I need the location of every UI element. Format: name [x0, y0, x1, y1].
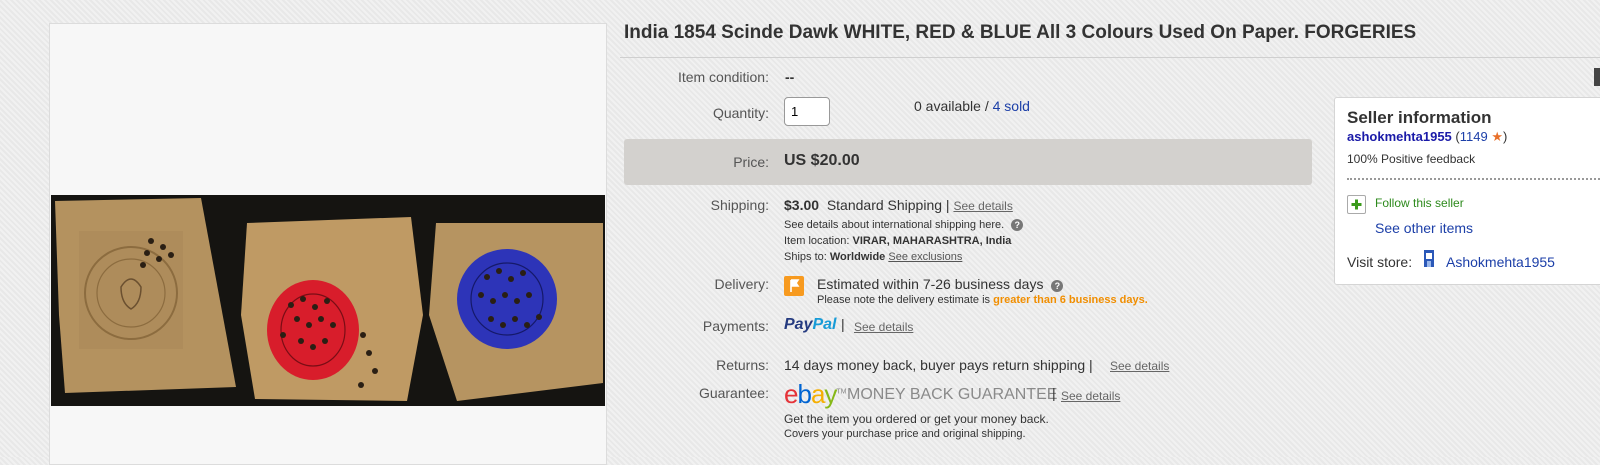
- shipping-intl-note-line: See details about international shipping…: [784, 219, 1024, 231]
- payments-label: Payments:: [702, 318, 769, 334]
- returns-see-details-link[interactable]: See details: [1110, 359, 1169, 373]
- seller-username-link[interactable]: ashokmehta1955: [1347, 129, 1452, 144]
- shipping-method: Standard Shipping |: [826, 197, 950, 213]
- guarantee-see-details-link[interactable]: See details: [1061, 389, 1120, 403]
- item-location-line: Item location: VIRAR, MAHARASHTRA, India: [784, 235, 1011, 247]
- guarantee-label: Guarantee:: [698, 385, 769, 401]
- help-icon[interactable]: ?: [1011, 219, 1024, 231]
- shipping-see-details-link[interactable]: See details: [953, 199, 1012, 213]
- store-name-link[interactable]: Ashokmehta1955: [1446, 254, 1555, 270]
- quantity-availability: 0 available / 4 sold: [914, 98, 1030, 114]
- shipping-cost: $3.00: [784, 197, 820, 213]
- item-title: India 1854 Scinde Dawk WHITE, RED & BLUE…: [624, 22, 1417, 43]
- item-location-value: VIRAR, MAHARASHTRA, India: [852, 235, 1012, 247]
- edge-marker: [1594, 68, 1600, 86]
- guarantee-line-2: Covers your purchase price and original …: [784, 428, 1026, 440]
- delivery-note-prefix: Please note the delivery estimate is: [817, 294, 991, 306]
- delivery-flag-icon: [784, 276, 804, 296]
- item-location-label: Item location:: [784, 235, 850, 247]
- ebay-y: y: [824, 379, 837, 409]
- positive-feedback: 100% Positive feedback: [1347, 152, 1476, 166]
- price-value: US $20.00: [784, 152, 860, 169]
- returns-value: 14 days money back, buyer pays return sh…: [784, 357, 1093, 373]
- money-back-guarantee: MONEY BACK GUARANTEE: [847, 386, 1058, 403]
- item-image-panel[interactable]: [49, 23, 607, 465]
- guarantee-separator: |: [1052, 385, 1056, 401]
- follow-plus-icon[interactable]: [1347, 195, 1366, 214]
- follow-seller-link[interactable]: Follow this seller: [1375, 196, 1464, 210]
- seller-id-line: ashokmehta1955 (1149 ★): [1347, 129, 1507, 145]
- ebay-tm: TM: [836, 388, 847, 396]
- price-label: Price:: [733, 154, 769, 170]
- star-icon: ★: [1491, 129, 1503, 144]
- title-divider: [620, 57, 1600, 58]
- delivery-label: Delivery:: [714, 276, 769, 292]
- payments-see-details-link[interactable]: See details: [854, 320, 913, 334]
- seller-info-box: Seller information ashokmehta1955 (1149 …: [1334, 97, 1600, 285]
- ebay-e: e: [784, 379, 799, 409]
- ships-to-line: Ships to: Worldwide See exclusions: [784, 251, 962, 263]
- shipping-label: Shipping:: [710, 197, 769, 213]
- shipping-line: $3.00 Standard Shipping | See details: [784, 197, 1013, 213]
- store-icon: [1423, 248, 1435, 268]
- payments-separator: |: [840, 316, 845, 332]
- condition-value: --: [785, 69, 795, 85]
- ebay-b: b: [797, 379, 812, 409]
- sold-link[interactable]: 4 sold: [993, 98, 1030, 114]
- feedback-close: ): [1503, 129, 1508, 144]
- delivery-help-icon[interactable]: ?: [1051, 280, 1064, 292]
- feedback-score-link[interactable]: 1149: [1460, 129, 1488, 144]
- delivery-estimate: Estimated within 7-26 business days: [817, 276, 1044, 292]
- seller-divider: [1347, 178, 1600, 180]
- quantity-input[interactable]: [784, 97, 830, 126]
- paypal-pal: Pal: [812, 316, 837, 333]
- ebay-a: a: [810, 379, 826, 409]
- available-text: 0 available /: [914, 98, 989, 114]
- delivery-note-line: Please note the delivery estimate is gre…: [817, 294, 1148, 306]
- paypal-logo: PayPal |: [784, 316, 845, 334]
- ebay-logo: ebayTM: [784, 379, 847, 410]
- seller-heading: Seller information: [1347, 108, 1492, 127]
- item-photo[interactable]: [51, 195, 605, 406]
- returns-label: Returns:: [716, 357, 769, 373]
- quantity-label: Quantity:: [712, 105, 769, 121]
- shipping-intl-note: See details about international shipping…: [784, 219, 1005, 231]
- see-exclusions-link[interactable]: See exclusions: [888, 251, 962, 263]
- stamp-blue-seal: [457, 249, 557, 349]
- guarantee-line-1: Get the item you ordered or get your mon…: [784, 412, 1049, 426]
- ships-to-value: Worldwide: [829, 251, 886, 263]
- stamp-white-inner: [79, 231, 183, 349]
- paypal-pay: Pay: [784, 316, 813, 333]
- delivery-note-highlight: greater than 6 business days.: [993, 294, 1148, 306]
- see-other-items-link[interactable]: See other items: [1375, 220, 1473, 236]
- visit-store-label: Visit store:: [1347, 254, 1413, 270]
- ships-to-label: Ships to:: [784, 251, 827, 263]
- delivery-estimate-line: Estimated within 7-26 business days ?: [817, 276, 1064, 292]
- stamps-illustration: [55, 198, 603, 401]
- condition-label: Item condition:: [677, 69, 769, 85]
